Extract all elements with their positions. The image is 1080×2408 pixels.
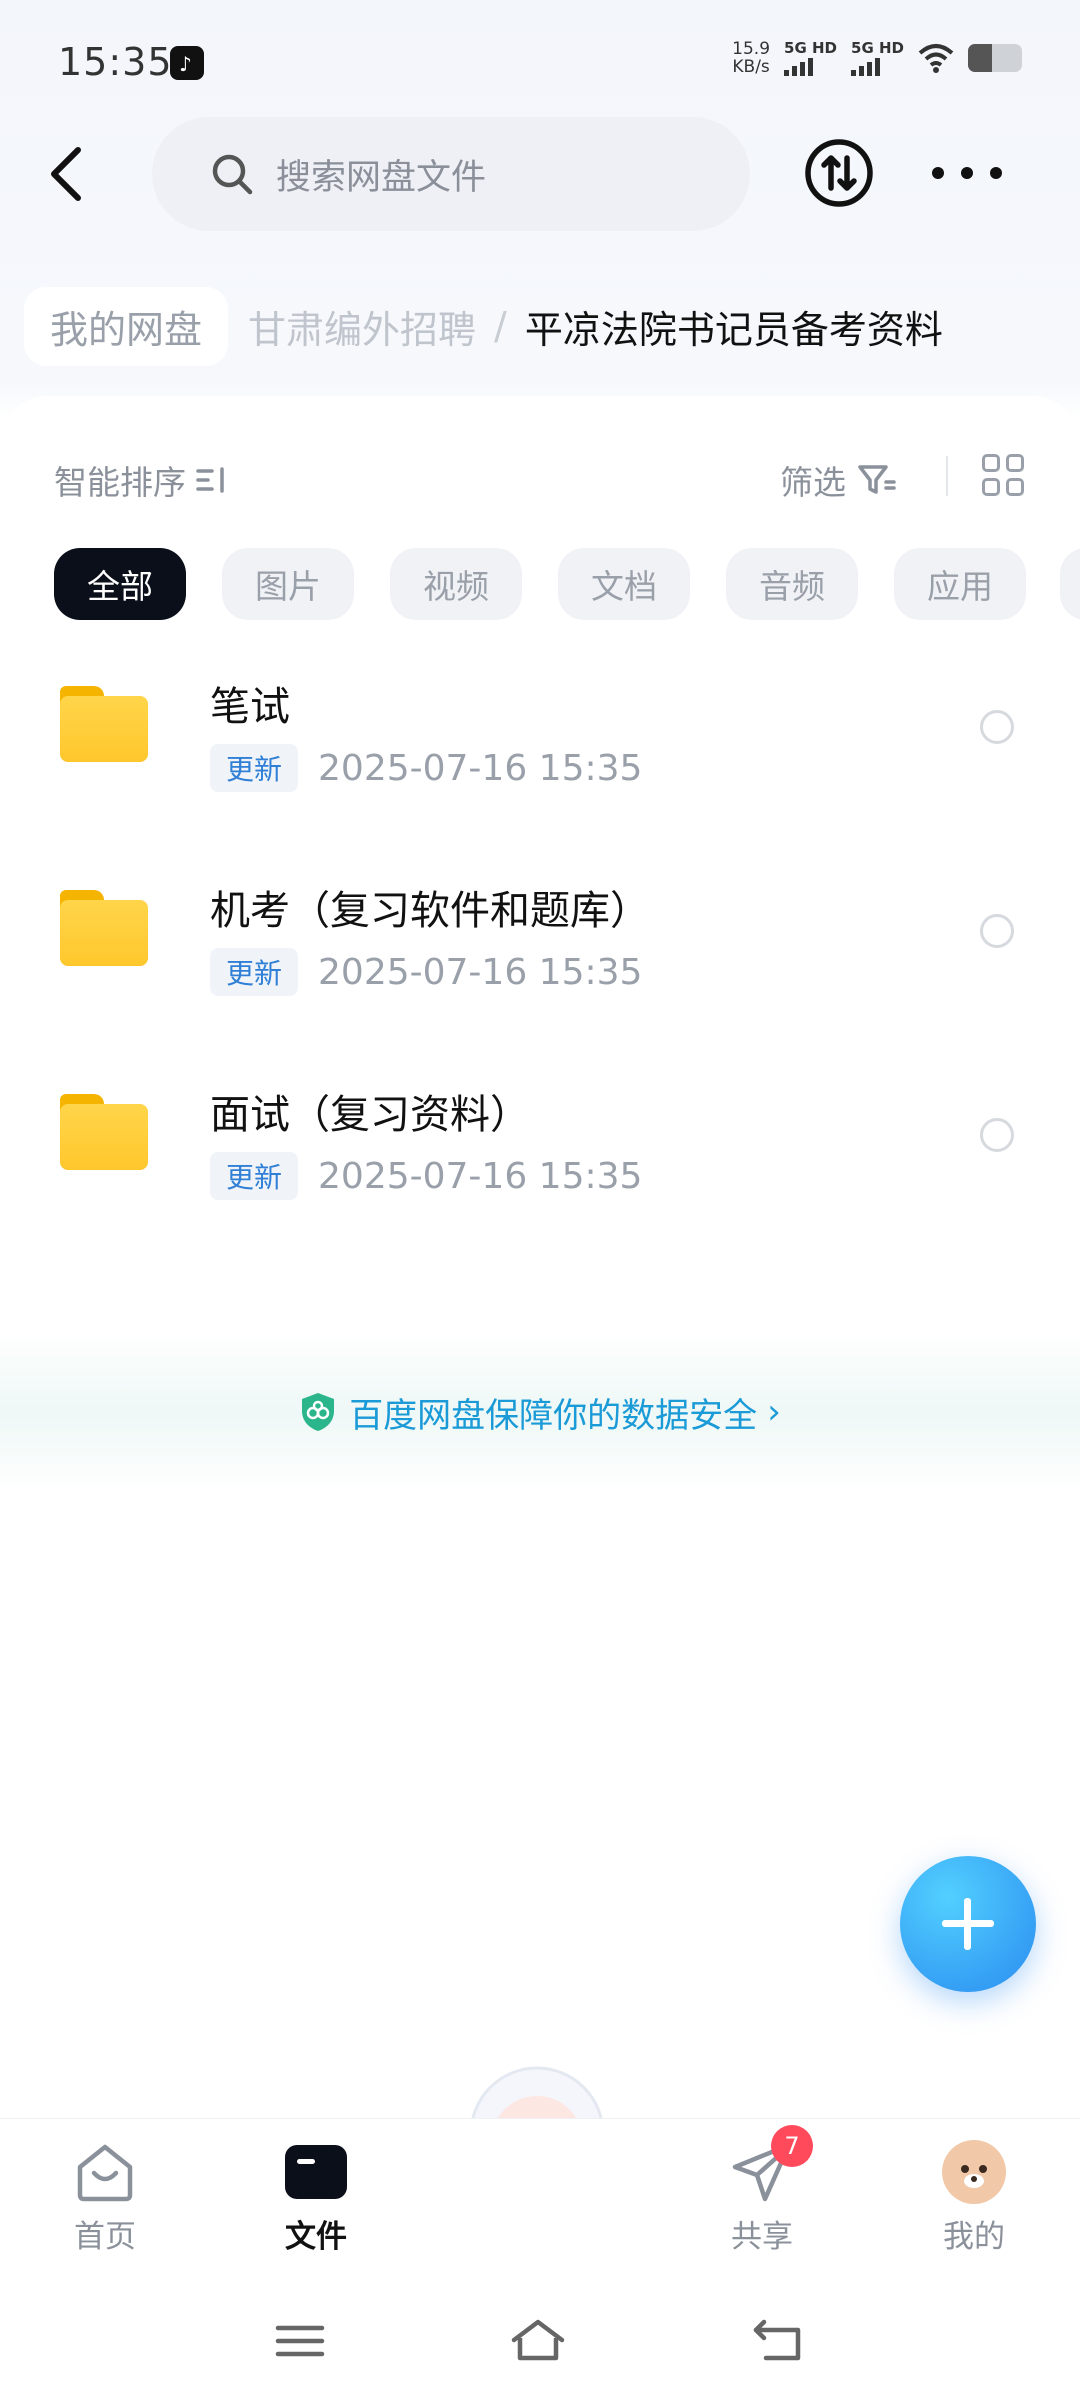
svg-text:♪: ♪ [179,52,192,76]
update-badge: 更新 [210,744,299,792]
tiktok-app-icon: ♪ [170,46,204,80]
network-speed: 15.9 KB/s [732,40,770,76]
nav-home[interactable]: 首页 [25,2139,185,2256]
list-item[interactable]: 笔试 更新 2025-07-16 15:35 [0,646,1080,806]
search-placeholder: 搜索网盘文件 [276,157,487,198]
file-date: 2025-07-16 15:35 [318,951,643,993]
file-name: 机考（复习软件和题库） [210,888,650,934]
filter-chip[interactable]: 应用 [894,548,1026,620]
back-button[interactable] [40,142,96,206]
sort-button[interactable]: 智能排序 [54,456,230,504]
file-list-panel: 智能排序 筛选 全部 图片 视频 文档 音频 应用 笔试 更新 2025-07-… [0,396,1080,2116]
breadcrumb-middle[interactable]: 甘肃编外招聘 [248,299,476,354]
file-date: 2025-07-16 15:35 [318,1155,643,1197]
transfer-icon [805,139,873,207]
sort-label: 智能排序 [54,463,186,502]
safety-text: 百度网盘保障你的数据安全 [349,1395,758,1436]
battery-icon [968,44,1022,72]
nav-label: 文件 [285,2219,347,2255]
filter-label: 筛选 [780,463,846,502]
chevron-right-icon: › [767,1392,781,1432]
wifi-icon [918,44,954,73]
status-time: 15:35 [58,40,173,84]
filter-chip-overflow[interactable] [1060,548,1080,620]
filter-chip[interactable]: 视频 [390,548,522,620]
breadcrumb: 我的网盘 甘肃编外招聘 / 平凉法院书记员备考资料 [24,286,943,366]
search-icon [212,154,253,195]
signal-icon: 5G HD [784,40,837,76]
filter-icon [858,465,896,494]
nav-share[interactable]: 7 共享 [682,2125,842,2256]
folder-icon [60,686,148,762]
grid-icon [982,454,1000,472]
breadcrumb-current: 平凉法院书记员备考资料 [524,307,943,352]
sim2-label: 5G HD [851,39,904,57]
update-badge: 更新 [210,1152,299,1200]
file-meta: 更新 2025-07-16 15:35 [210,948,642,996]
search-bar[interactable]: 搜索网盘文件 [152,117,750,231]
list-item[interactable]: 机考（复习软件和题库） 更新 2025-07-16 15:35 [0,850,1080,1010]
grid-view-button[interactable] [982,454,1024,496]
nav-label: 共享 [731,2219,793,2255]
back-arrow-icon [51,147,81,201]
select-checkbox[interactable] [980,1118,1014,1152]
file-meta: 更新 2025-07-16 15:35 [210,1152,642,1200]
back-nav-icon[interactable] [750,2316,810,2366]
home-icon [72,2139,138,2205]
signal-icon: 5G HD [851,40,904,76]
folder-icon [60,890,148,966]
home-button-icon[interactable] [508,2316,568,2366]
notification-badge: 7 [771,2125,813,2167]
avatar-icon [941,2139,1007,2205]
toolbar-divider [946,456,948,496]
nav-label: 我的 [943,2219,1005,2255]
list-item[interactable]: 面试（复习资料） 更新 2025-07-16 15:35 [0,1054,1080,1214]
transfer-button[interactable] [804,138,874,208]
app-screen: 15:35 ♪ 15.9 KB/s 5G HD 5G HD 搜索网盘文件 我的网… [0,0,1080,2408]
status-bar: 15:35 ♪ 15.9 KB/s 5G HD 5G HD [0,0,1080,120]
network-speed-unit: KB/s [732,57,770,77]
network-speed-value: 15.9 [732,39,771,59]
filter-chip[interactable]: 文档 [558,548,690,620]
bottom-nav: 首页 文件 7 共享 我的 [0,2118,1080,2278]
folder-icon [283,2139,349,2205]
shield-icon [302,1393,335,1431]
more-button[interactable] [932,150,1002,196]
nav-files[interactable]: 文件 [236,2139,396,2256]
add-button[interactable] [900,1856,1036,1992]
filter-chip[interactable]: 音频 [726,548,858,620]
sim1-label: 5G HD [784,39,838,57]
folder-icon [60,1094,148,1170]
share-plane-icon: 7 [729,2125,813,2205]
nav-me[interactable]: 我的 [894,2139,1054,2256]
file-name: 面试（复习资料） [210,1092,530,1138]
filter-button[interactable]: 筛选 [780,456,896,504]
update-badge: 更新 [210,948,299,996]
data-safety-banner[interactable]: 百度网盘保障你的数据安全 › [0,1330,1080,1494]
breadcrumb-separator: / [494,304,507,348]
file-name: 笔试 [210,684,290,730]
status-right-cluster: 15.9 KB/s 5G HD 5G HD [732,40,1022,76]
select-checkbox[interactable] [980,914,1014,948]
nav-label: 首页 [74,2219,136,2255]
filter-chip[interactable]: 图片 [222,548,354,620]
category-filter-bar: 全部 图片 视频 文档 音频 应用 [54,548,1026,620]
select-checkbox[interactable] [980,710,1014,744]
system-nav-bar [0,2278,1080,2408]
more-icon [932,167,944,179]
menu-icon[interactable] [270,2316,330,2366]
sort-icon [196,467,224,493]
file-date: 2025-07-16 15:35 [318,747,643,789]
breadcrumb-root[interactable]: 我的网盘 [24,286,229,366]
filter-chip[interactable]: 全部 [54,548,186,620]
file-meta: 更新 2025-07-16 15:35 [210,744,642,792]
